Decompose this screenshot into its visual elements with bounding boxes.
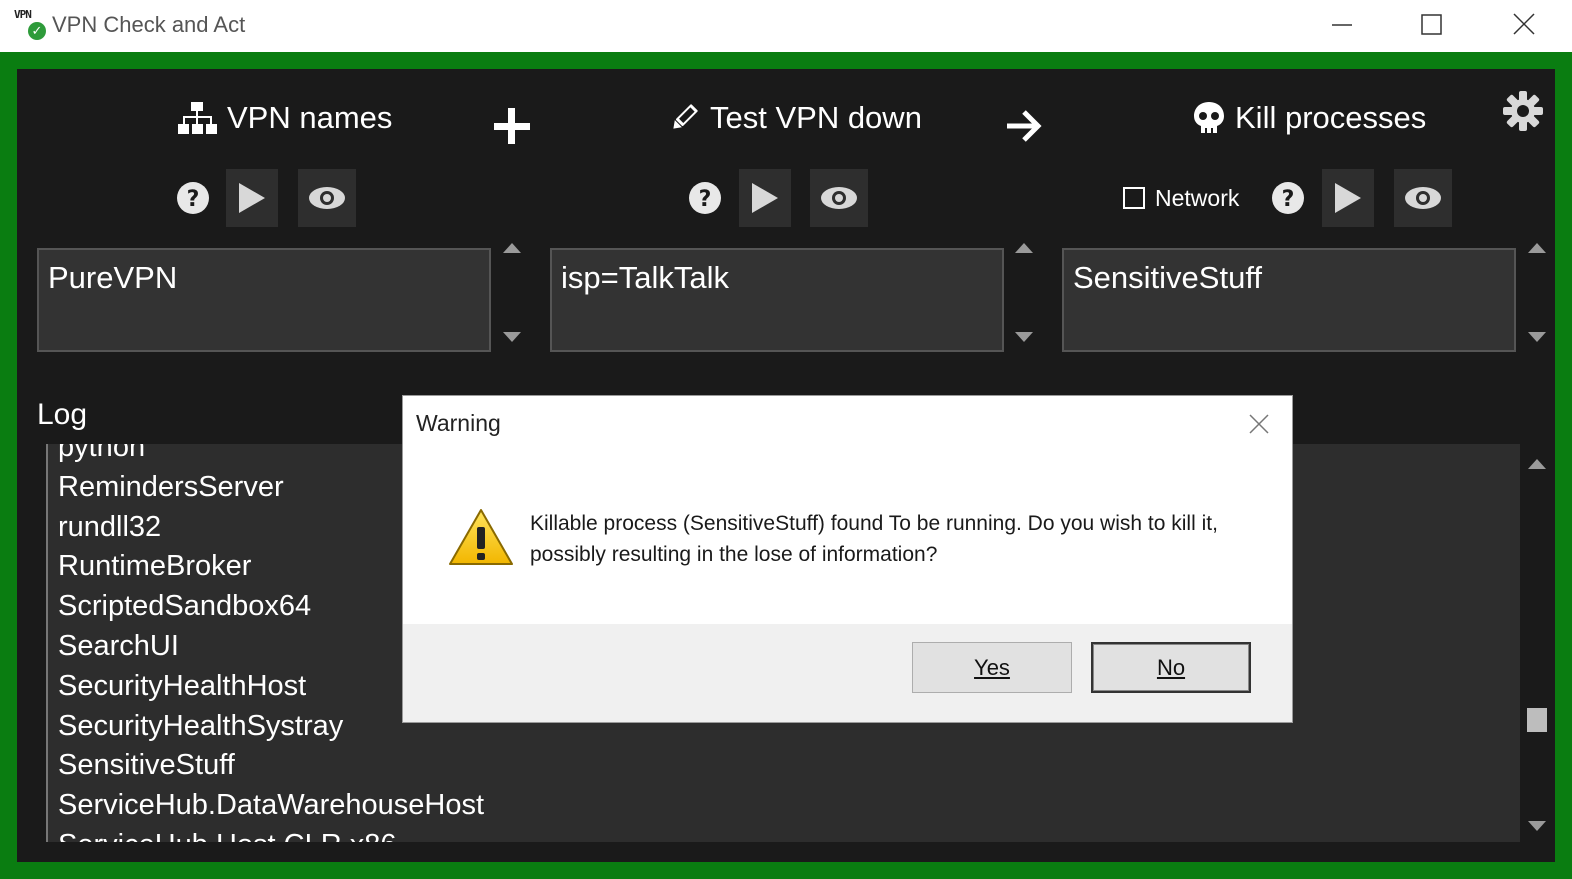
app-icon-text: VPN (14, 8, 32, 21)
section-title-label: Kill processes (1235, 100, 1427, 135)
network-checkbox[interactable] (1123, 187, 1145, 209)
test-vpn-down-textbox[interactable]: isp=TalkTalk (550, 248, 1004, 352)
list-item: SensitiveStuff (58, 749, 235, 782)
svg-text:?: ? (187, 187, 200, 212)
eye-icon (1405, 187, 1441, 209)
help-button-test-vpn-down[interactable]: ? (688, 181, 722, 215)
question-icon: ? (1272, 182, 1304, 214)
play-icon (239, 183, 265, 213)
app-icon: VPN ✓ (14, 8, 48, 42)
network-icon (178, 102, 217, 134)
play-icon (752, 183, 778, 213)
log-label: Log (37, 398, 88, 431)
run-button-test-vpn-down[interactable] (739, 169, 791, 227)
close-window-button[interactable] (1504, 6, 1544, 44)
scroll-down-arrow-icon[interactable] (1526, 330, 1548, 344)
log-scrollbar-thumb[interactable] (1527, 708, 1547, 732)
help-button-kill-processes[interactable]: ? (1271, 181, 1305, 215)
section-title-label: Test VPN down (710, 100, 922, 135)
skull-icon (1194, 102, 1224, 133)
warning-dialog: Warning Killable process (SensitiveStuff… (403, 396, 1292, 722)
eye-icon (309, 187, 345, 209)
scroll-down-arrow-icon[interactable] (501, 330, 523, 344)
section-vpn-names-title: VPN names (177, 100, 392, 136)
network-checkbox-label: Network (1155, 185, 1240, 211)
warning-icon (447, 507, 515, 572)
settings-button[interactable] (1500, 88, 1546, 134)
view-button-test-vpn-down[interactable] (810, 169, 868, 227)
list-item: ServiceHub.DataWarehouseHost (58, 789, 485, 822)
svg-text:?: ? (699, 187, 712, 212)
no-button-label: No (1156, 654, 1186, 680)
log-scroll-down-arrow-icon[interactable] (1526, 819, 1548, 833)
dialog-title: Warning (416, 410, 501, 436)
section-test-vpn-down-title: Test VPN down (668, 100, 922, 136)
section-title-label: VPN names (227, 100, 393, 135)
list-item: ServiceHub.Host.CLR.x86 (58, 826, 484, 842)
question-icon: ? (177, 182, 209, 214)
pencil-icon (673, 104, 698, 129)
yes-button-label: Yes (974, 654, 1010, 680)
run-button-vpn-names[interactable] (226, 169, 278, 227)
yes-button[interactable]: Yes (912, 642, 1072, 693)
scroll-up-arrow-icon[interactable] (1526, 241, 1548, 255)
window-title: VPN Check and Act (52, 12, 246, 37)
shield-check-icon: ✓ (28, 22, 46, 40)
dialog-message: Killable process (SensitiveStuff) found … (530, 512, 1218, 566)
arrow-right-icon (1004, 106, 1044, 151)
scroll-down-arrow-icon[interactable] (1013, 330, 1035, 344)
plus-icon (492, 106, 532, 151)
svg-text:?: ? (1282, 187, 1295, 212)
no-button[interactable]: No (1091, 642, 1251, 693)
dialog-close-button[interactable] (1246, 411, 1272, 437)
eye-icon (821, 187, 857, 209)
view-button-vpn-names[interactable] (298, 169, 356, 227)
kill-processes-textbox[interactable]: SensitiveStuff (1062, 248, 1516, 352)
scroll-up-arrow-icon[interactable] (1013, 241, 1035, 255)
play-icon (1335, 183, 1361, 213)
section-kill-processes-title: Kill processes (1193, 100, 1426, 136)
maximize-button[interactable] (1412, 6, 1452, 44)
close-icon (1249, 414, 1269, 434)
view-button-kill-processes[interactable] (1394, 169, 1452, 227)
scroll-up-arrow-icon[interactable] (501, 241, 523, 255)
question-icon: ? (689, 182, 721, 214)
vpn-names-textbox[interactable]: PureVPN (37, 248, 491, 352)
gear-icon (1503, 91, 1543, 131)
log-scroll-up-arrow-icon[interactable] (1526, 457, 1548, 471)
help-button-vpn-names[interactable]: ? (176, 181, 210, 215)
run-button-kill-processes[interactable] (1322, 169, 1374, 227)
minimize-button[interactable] (1322, 6, 1362, 44)
